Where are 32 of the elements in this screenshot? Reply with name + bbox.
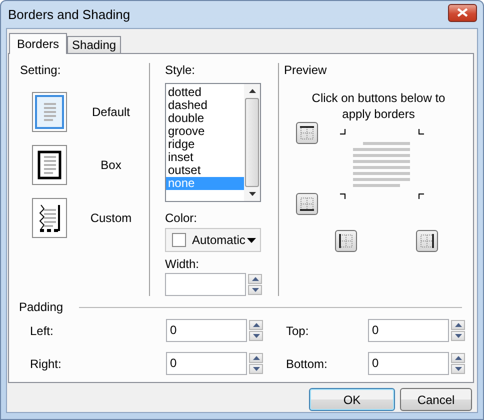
style-list-item[interactable]: outset <box>166 164 244 177</box>
padding-label: Padding <box>19 300 64 314</box>
style-list-item[interactable]: ridge <box>166 138 244 151</box>
padding-field-label: Left: <box>30 324 54 338</box>
style-list-item[interactable]: double <box>166 112 244 125</box>
window-title: Borders and Shading <box>8 7 130 22</box>
ok-button[interactable]: OK <box>309 388 395 411</box>
color-dropdown[interactable]: Automatic <box>165 228 261 252</box>
color-label: Color: <box>165 211 198 226</box>
padding-field-label: Right: <box>30 356 62 370</box>
setting-option-label: Custom <box>89 211 133 225</box>
style-list[interactable]: dotted dashed double groove ridge inset outset none <box>165 83 261 202</box>
padding-field[interactable]: 0 <box>368 352 449 375</box>
cancel-button[interactable]: Cancel <box>400 388 472 411</box>
setting-label: Setting: <box>20 63 61 77</box>
tab[interactable]: Borders <box>9 33 68 54</box>
padding-field[interactable]: 0 <box>166 319 247 342</box>
width-label: Width: <box>165 257 200 271</box>
tab[interactable]: Shading <box>67 36 122 53</box>
padding-field-label: Bottom: <box>286 356 328 370</box>
preview-label: Preview <box>284 63 328 77</box>
preview-hint: Click on buttons below to apply borders <box>310 90 446 122</box>
style-list-item[interactable]: dotted <box>166 86 244 99</box>
style-list-item[interactable]: dashed <box>166 99 244 112</box>
style-list-item[interactable]: inset <box>166 151 244 164</box>
padding-field[interactable]: 0 <box>166 352 247 375</box>
setting-option-label: Default <box>90 105 132 119</box>
padding-field-label: Top: <box>286 324 310 338</box>
setting-option-label: Box <box>100 158 122 172</box>
style-label: Style: <box>165 63 196 77</box>
padding-field[interactable]: 0 <box>368 319 449 342</box>
style-list-item[interactable]: groove <box>166 125 244 138</box>
